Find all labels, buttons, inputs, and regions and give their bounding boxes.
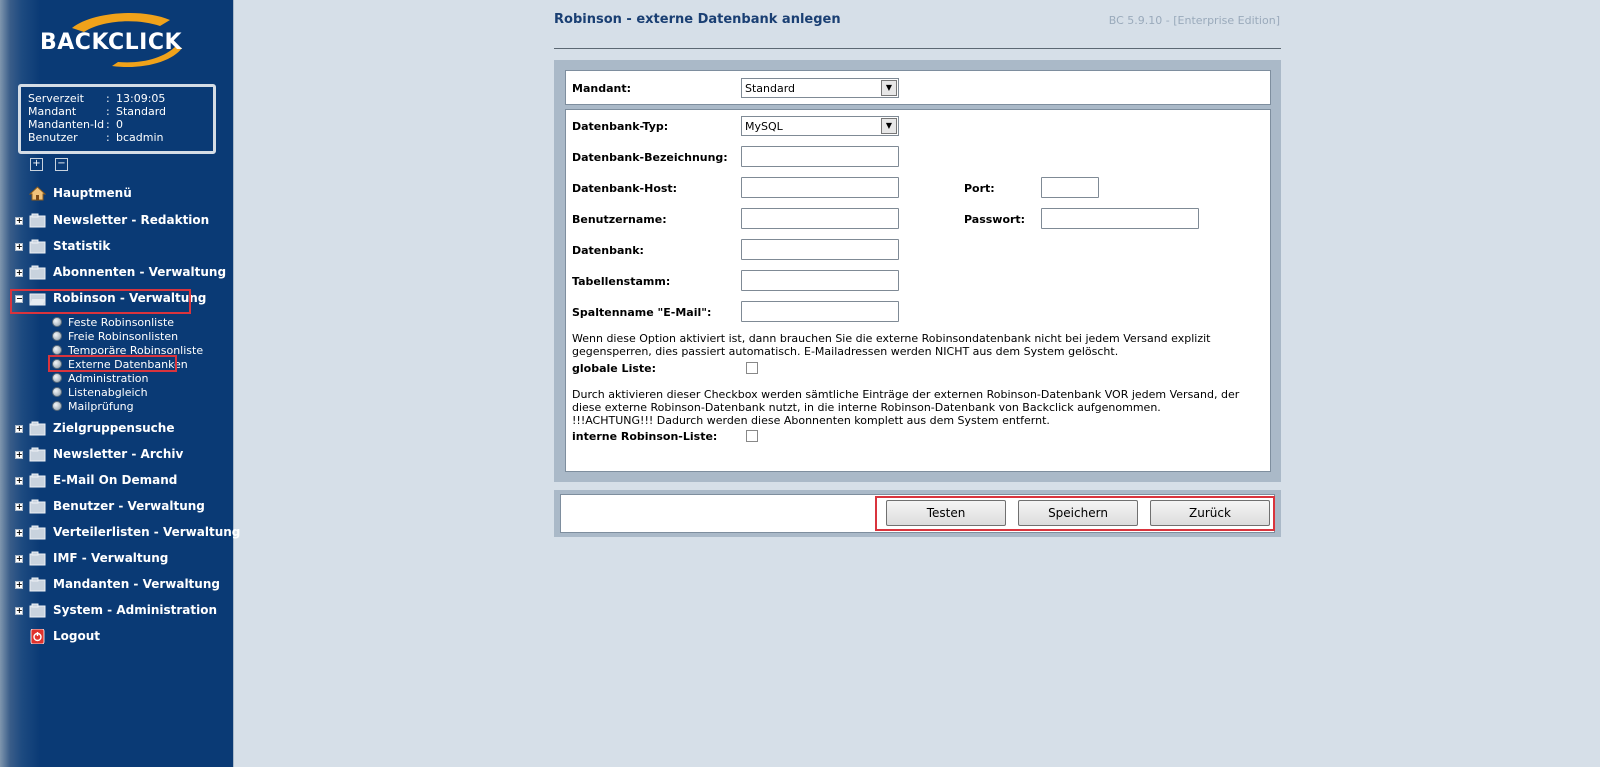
- sub-item-mailpruefung[interactable]: Mailprüfung: [52, 399, 134, 413]
- table-label: Tabellenstamm:: [572, 275, 671, 288]
- folder-icon: [29, 603, 46, 618]
- folder-icon: [29, 499, 46, 514]
- home-icon: [29, 186, 46, 201]
- bullet-icon: [52, 331, 62, 341]
- expand-icon[interactable]: +: [15, 451, 23, 459]
- bullet-icon: [52, 401, 62, 411]
- folder-icon: [29, 447, 46, 462]
- nav-item-label: System - Administration: [53, 603, 218, 617]
- nav-item-label: Newsletter - Archiv: [53, 447, 184, 461]
- email-column-label: Spaltenname "E-Mail":: [572, 306, 712, 319]
- folder-icon: [29, 525, 46, 540]
- expand-icon[interactable]: +: [15, 477, 23, 485]
- sub-item-freie-robinsonlisten[interactable]: Freie Robinsonlisten: [52, 329, 178, 343]
- dbname-label: Datenbank-Bezeichnung:: [572, 151, 728, 164]
- server-info-row: Benutzer: bcadmin: [28, 131, 164, 144]
- folder-icon: [29, 421, 46, 436]
- bullet-icon: [52, 345, 62, 355]
- expand-icon[interactable]: +: [15, 555, 23, 563]
- sub-item-administration[interactable]: Administration: [52, 371, 149, 385]
- nav-item-label: Newsletter - Redaktion: [53, 213, 210, 227]
- dbtype-label: Datenbank-Typ:: [572, 120, 669, 133]
- title-divider: [554, 48, 1281, 49]
- table-input[interactable]: [741, 270, 899, 291]
- username-input[interactable]: [741, 208, 899, 229]
- database-label: Datenbank:: [572, 244, 644, 257]
- email-column-input[interactable]: [741, 301, 899, 322]
- folder-icon: [29, 577, 46, 592]
- global-list-note: Wenn diese Option aktiviert ist, dann br…: [572, 332, 1211, 358]
- chevron-down-icon: ▼: [881, 118, 897, 134]
- chevron-down-icon: ▼: [881, 80, 897, 96]
- port-label: Port:: [964, 182, 995, 195]
- folder-icon: [29, 473, 46, 488]
- expand-icon[interactable]: +: [15, 503, 23, 511]
- logout-icon: [30, 629, 45, 644]
- expand-icon[interactable]: +: [15, 529, 23, 537]
- password-input[interactable]: [1041, 208, 1199, 229]
- expand-icon[interactable]: +: [15, 217, 23, 225]
- dbtype-select[interactable]: MySQL ▼: [741, 116, 899, 136]
- global-list-label: globale Liste:: [572, 362, 657, 375]
- expand-icon[interactable]: +: [15, 243, 23, 251]
- nav-item-label: Hauptmenü: [53, 186, 132, 200]
- collapse-all-icon[interactable]: −: [55, 158, 68, 171]
- password-label: Passwort:: [964, 213, 1026, 226]
- folder-icon: [29, 551, 46, 566]
- sub-item-listenabgleich[interactable]: Listenabgleich: [52, 385, 148, 399]
- host-label: Datenbank-Host:: [572, 182, 678, 195]
- nav-item-label: Zielgruppensuche: [53, 421, 175, 435]
- highlight-robinson-verwaltung: [10, 289, 191, 314]
- nav-item-label: Statistik: [53, 239, 111, 253]
- nav-item-label: IMF - Verwaltung: [53, 551, 169, 565]
- bullet-icon: [52, 317, 62, 327]
- sidebar: BACKCLICK Serverzeit:13:09:05 Mandant: St…: [0, 0, 240, 767]
- expand-all-icon[interactable]: +: [30, 158, 43, 171]
- server-info-row: Mandant: Standard: [28, 105, 167, 118]
- nav-item-label: E-Mail On Demand: [53, 473, 178, 487]
- server-info-row: Serverzeit:13:09:05: [28, 92, 166, 105]
- nav-item-label: Verteilerlisten - Verwaltung: [53, 525, 241, 539]
- bullet-icon: [52, 373, 62, 383]
- dbname-input[interactable]: [741, 146, 899, 167]
- username-label: Benutzername:: [572, 213, 667, 226]
- bullet-icon: [52, 387, 62, 397]
- nav-item-label: Logout: [53, 629, 101, 643]
- server-info-row: Mandanten-Id:0: [28, 118, 123, 131]
- mandant-select[interactable]: Standard ▼: [741, 78, 899, 98]
- nav-item-label: Mandanten - Verwaltung: [53, 577, 220, 591]
- host-input[interactable]: [741, 177, 899, 198]
- version-label: BC 5.9.10 - [Enterprise Edition]: [1108, 14, 1280, 27]
- internal-list-note: Durch aktivieren dieser Checkbox werden …: [572, 388, 1240, 427]
- folder-icon: [29, 213, 46, 228]
- expand-icon[interactable]: +: [15, 269, 23, 277]
- internal-list-checkbox[interactable]: [746, 430, 758, 442]
- database-input[interactable]: [741, 239, 899, 260]
- highlight-externe-datenbanken: [48, 355, 177, 372]
- folder-icon: [29, 239, 46, 254]
- server-info-box: Serverzeit:13:09:05 Mandant: Standard Man…: [18, 84, 216, 154]
- global-list-checkbox[interactable]: [746, 362, 758, 374]
- backclick-logo: BACKCLICK: [32, 10, 202, 74]
- expand-icon[interactable]: +: [15, 425, 23, 433]
- page-title: Robinson - externe Datenbank anlegen: [554, 12, 841, 27]
- mandant-panel: [565, 70, 1271, 105]
- mandant-label: Mandant:: [572, 82, 631, 95]
- folder-icon: [29, 265, 46, 280]
- highlight-buttons: [875, 496, 1275, 531]
- nav-item-label: Abonnenten - Verwaltung: [53, 265, 227, 279]
- nav-item-label: Benutzer - Verwaltung: [53, 499, 205, 513]
- logo-text: BACKCLICK: [40, 30, 183, 55]
- tree-controls: + −: [30, 158, 68, 171]
- internal-list-label: interne Robinson-Liste:: [572, 430, 718, 443]
- expand-icon[interactable]: +: [15, 581, 23, 589]
- expand-icon[interactable]: +: [15, 607, 23, 615]
- port-input[interactable]: [1041, 177, 1099, 198]
- sub-item-feste-robinsonliste[interactable]: Feste Robinsonliste: [52, 315, 174, 329]
